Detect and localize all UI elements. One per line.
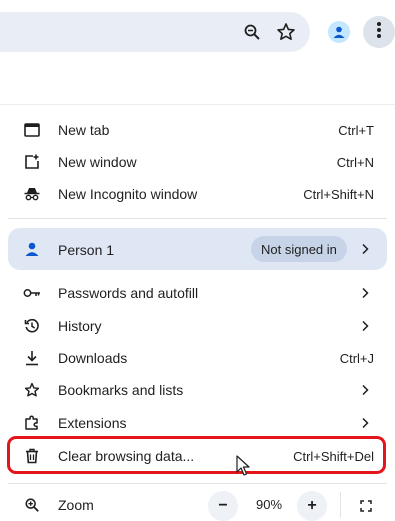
menu-item-label: Zoom — [58, 497, 94, 513]
menu-item-extensions[interactable]: Extensions — [0, 407, 395, 439]
menu-item-label: Extensions — [58, 415, 127, 431]
zoom-out-button[interactable]: − — [208, 491, 238, 521]
menu-item-label: Downloads — [58, 350, 128, 366]
profile-card[interactable]: Person 1 Not signed in — [8, 228, 387, 270]
zoom-out-label: − — [218, 497, 228, 514]
menu-item-passwords-and-autofill[interactable]: Passwords and autofill — [0, 277, 395, 309]
chevron-right-icon — [359, 384, 371, 396]
menu-divider — [8, 483, 387, 484]
zoom-icon[interactable] — [240, 20, 264, 44]
zoom-icon — [22, 495, 42, 515]
menu-item-label: Bookmarks and lists — [58, 382, 184, 398]
zoom-in-label: + — [307, 497, 317, 514]
browser-menu: New tab Ctrl+T New window Ctrl+N New Inc… — [0, 104, 395, 521]
chevron-right-icon — [359, 287, 371, 299]
highlight-box — [7, 436, 386, 474]
more-options-button[interactable] — [363, 16, 395, 48]
shortcut-text: Ctrl+T — [338, 122, 374, 138]
menu-item-new-incognito-window[interactable]: New Incognito window Ctrl+Shift+N — [0, 178, 395, 210]
zoom-divider — [340, 492, 341, 518]
menu-item-downloads[interactable]: Downloads Ctrl+J — [0, 342, 395, 374]
chevron-right-icon — [359, 243, 371, 255]
menu-item-zoom: Zoom − 90% + — [0, 489, 395, 521]
puzzle-icon — [22, 413, 42, 433]
profile-icon — [328, 21, 350, 43]
new-tab-icon — [22, 120, 42, 140]
fullscreen-icon — [360, 500, 372, 512]
menu-item-bookmarks-and-lists[interactable]: Bookmarks and lists — [0, 374, 395, 406]
chevron-right-icon — [359, 320, 371, 332]
profile-name: Person 1 — [58, 242, 115, 258]
profile-button[interactable] — [325, 18, 353, 46]
download-icon — [22, 348, 42, 368]
sign-in-status-badge: Not signed in — [251, 236, 347, 262]
chevron-right-icon — [359, 417, 371, 429]
menu-item-label: Passwords and autofill — [58, 285, 199, 301]
fullscreen-button[interactable] — [351, 491, 381, 521]
menu-item-history[interactable]: History — [0, 310, 395, 342]
star-icon — [22, 380, 42, 400]
more-options-icon — [376, 21, 382, 44]
shortcut-text: Ctrl+N — [336, 154, 374, 170]
zoom-in-button[interactable]: + — [297, 491, 327, 521]
bookmark-star-icon[interactable] — [274, 20, 298, 44]
menu-item-label: New tab — [58, 122, 110, 138]
shortcut-text: Ctrl+J — [339, 350, 374, 366]
menu-item-label: History — [58, 318, 102, 334]
key-icon — [22, 283, 42, 303]
menu-item-new-window[interactable]: New window Ctrl+N — [0, 146, 395, 178]
zoom-level: 90% — [256, 497, 283, 512]
menu-item-label: New window — [58, 154, 137, 170]
incognito-icon — [22, 184, 42, 204]
menu-divider — [8, 218, 387, 219]
new-window-icon — [22, 152, 42, 172]
shortcut-text: Ctrl+Shift+N — [303, 186, 374, 202]
browser-toolbar — [0, 0, 395, 64]
person-icon — [22, 239, 42, 259]
menu-item-label: New Incognito window — [58, 186, 198, 202]
menu-item-new-tab[interactable]: New tab Ctrl+T — [0, 114, 395, 146]
history-icon — [22, 316, 42, 336]
mouse-cursor-icon — [236, 455, 250, 476]
